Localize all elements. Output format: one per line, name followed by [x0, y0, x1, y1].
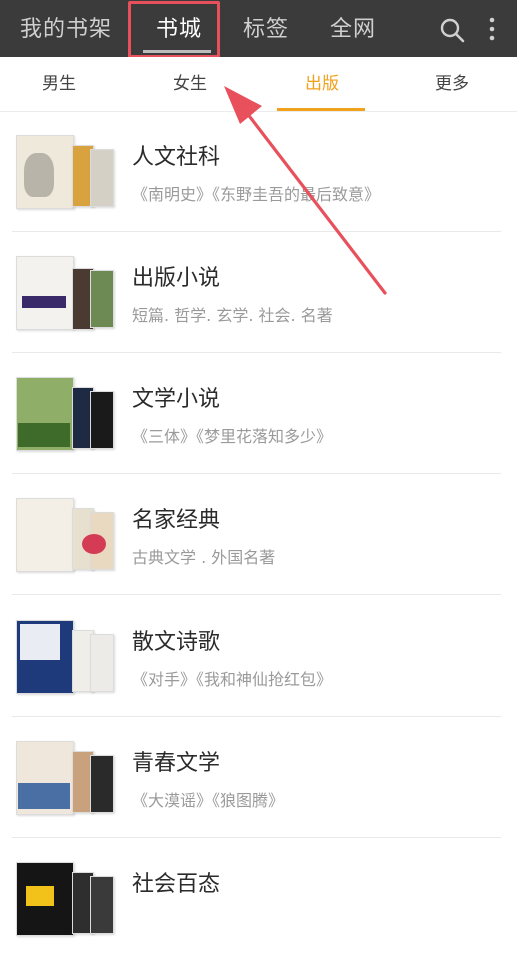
category-title: 文学小说 [132, 387, 221, 412]
top-app-bar: 我的书架 书城 标签 全网 [0, 0, 517, 57]
subtab-more[interactable]: 更多 [435, 57, 469, 111]
category-title: 社会百态 [132, 872, 221, 897]
category-title: 名家经典 [132, 508, 221, 533]
book-covers [16, 131, 116, 211]
book-covers [16, 252, 116, 332]
more-vert-icon[interactable] [484, 15, 500, 43]
book-covers [16, 737, 116, 817]
category-subtitle: 《大漠谣》《狼图腾》 [132, 791, 285, 810]
category-subtitle: 《三体》《梦里花落知多少》 [132, 427, 333, 446]
divider [12, 594, 501, 595]
category-title: 青春文学 [132, 751, 221, 776]
tab-bookshelf[interactable]: 我的书架 [20, 0, 112, 57]
list-item[interactable]: 青春文学 《大漠谣》《狼图腾》 [0, 717, 517, 838]
book-covers [16, 858, 116, 938]
annotation-highlight-box [128, 1, 220, 58]
search-icon[interactable] [439, 17, 465, 43]
subtab-female[interactable]: 女生 [173, 57, 207, 111]
category-subtitle: 《南明史》《东野圭吾的最后致意》 [132, 185, 381, 204]
book-covers [16, 373, 116, 453]
list-item[interactable]: 人文社科 《南明史》《东野圭吾的最后致意》 [0, 111, 517, 232]
list-item[interactable]: 名家经典 古典文学 . 外国名著 [0, 474, 517, 595]
category-subtitle: 《对手》《我和神仙抢红包》 [132, 670, 333, 689]
list-item[interactable]: 社会百态 [0, 838, 517, 959]
category-title: 散文诗歌 [132, 630, 221, 655]
book-covers [16, 494, 116, 574]
list-item[interactable]: 散文诗歌 《对手》《我和神仙抢红包》 [0, 596, 517, 717]
book-covers [16, 616, 116, 696]
list-item[interactable]: 出版小说 短篇. 哲学. 玄学. 社会. 名著 [0, 232, 517, 353]
category-subtitle: 短篇. 哲学. 玄学. 社会. 名著 [132, 306, 333, 325]
subtab-published[interactable]: 出版 [305, 57, 339, 111]
list-item[interactable]: 文学小说 《三体》《梦里花落知多少》 [0, 353, 517, 474]
tab-tags[interactable]: 标签 [243, 0, 289, 57]
tab-whole-web[interactable]: 全网 [330, 0, 376, 57]
category-title: 出版小说 [132, 266, 221, 291]
category-title: 人文社科 [132, 145, 221, 170]
category-subtitle: 古典文学 . 外国名著 [132, 548, 276, 567]
category-tabs: 男生 女生 出版 更多 [0, 57, 517, 112]
subtab-male[interactable]: 男生 [42, 57, 76, 111]
